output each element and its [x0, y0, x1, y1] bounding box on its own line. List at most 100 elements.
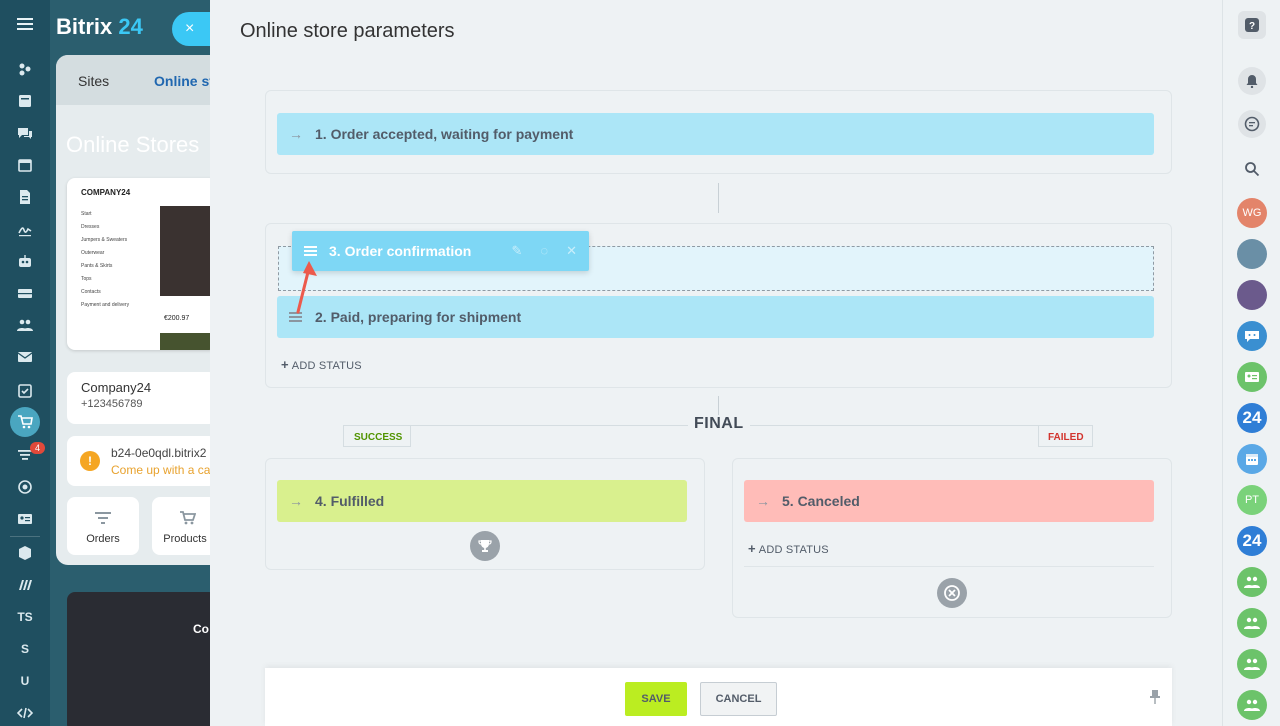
checkbox-icon[interactable] — [14, 380, 36, 402]
cube-icon[interactable] — [14, 542, 36, 564]
page-title: Online Stores — [66, 132, 200, 157]
success-label: SUCCESS — [354, 432, 403, 443]
sidebar-item-u[interactable]: U — [14, 670, 36, 692]
status-tools: ✎ ◌ ✕ — [511, 243, 577, 259]
code-icon[interactable] — [14, 702, 36, 724]
orders-tile-label: Orders — [86, 533, 120, 545]
arrow-right-icon: → — [756, 493, 770, 509]
cart-icon[interactable] — [14, 411, 36, 433]
arrow-right-icon: → — [289, 126, 303, 142]
calendar-icon — [1246, 454, 1258, 465]
online-store-parameters-slider: Online store parameters → 1. Order accep… — [210, 0, 1222, 726]
cancel-circle-icon — [937, 578, 967, 608]
status-fulfilled[interactable]: → 4. Fulfilled — [277, 480, 687, 522]
domain-hint-link[interactable]: Come up with a ca — [111, 463, 210, 477]
status-label: 4. Fulfilled — [315, 493, 385, 509]
dragging-status-order-confirmation[interactable]: 3. Order confirmation ✎ ◌ ✕ — [292, 231, 589, 271]
failed-label: FAILED — [1048, 432, 1084, 443]
tab-online-stores[interactable]: Online st — [154, 73, 214, 89]
document-icon[interactable] — [14, 186, 36, 208]
sidebar-item-s[interactable]: S — [14, 638, 36, 660]
cancel-button[interactable]: CANCEL — [700, 682, 777, 716]
target-icon[interactable] — [14, 476, 36, 498]
drag-handle-icon[interactable] — [304, 246, 317, 256]
cart-icon — [180, 511, 196, 525]
store-preview-menu: Start Dresses Jumpers & Sweaters Outerwe… — [81, 211, 130, 308]
group-avatar[interactable] — [1237, 649, 1267, 679]
chat-group-avatar[interactable] — [1237, 321, 1267, 351]
group-icon — [1244, 617, 1260, 629]
status-paid-preparing[interactable]: 2. Paid, preparing for shipment — [277, 296, 1154, 338]
group-avatar[interactable] — [1237, 690, 1267, 720]
delete-icon[interactable]: ✕ — [566, 243, 577, 259]
avatar-user-photo[interactable] — [1237, 239, 1267, 269]
settings-icon[interactable]: ◌ — [540, 243, 548, 259]
contact-card-icon — [1245, 372, 1259, 382]
warning-icon: ! — [80, 451, 100, 471]
products-tile[interactable]: Products — [152, 497, 218, 555]
chat-icon[interactable] — [14, 122, 36, 144]
robot-icon[interactable] — [14, 250, 36, 272]
group-avatar[interactable] — [1237, 608, 1267, 638]
company-info: Company24 +123456789 — [67, 372, 217, 424]
status-label: 2. Paid, preparing for shipment — [315, 309, 522, 325]
avatar-user-photo[interactable] — [1237, 280, 1267, 310]
store-preview-photo-2 — [160, 333, 217, 350]
cart-notification-badge: 4 — [30, 442, 45, 454]
help-icon[interactable]: ? — [1238, 11, 1266, 39]
messenger-icon[interactable] — [1238, 110, 1266, 138]
calendar-icon[interactable] — [14, 154, 36, 176]
slider-footer: SAVE CANCEL — [265, 668, 1172, 726]
mail-icon[interactable] — [14, 346, 36, 368]
sidebar-item-ts[interactable]: TS — [14, 606, 36, 628]
chat-group-icon — [1245, 331, 1259, 342]
add-failed-status-button[interactable]: + ADD STATUS — [748, 541, 829, 556]
right-sidebar: ? WG 24 PT 24 — [1222, 0, 1280, 726]
domain-warning: ! b24-0e0qdl.bitrix2 Come up with a ca — [67, 436, 217, 486]
failed-group-separator — [744, 566, 1154, 567]
bitrix24-chat-avatar[interactable]: 24 — [1237, 403, 1267, 433]
signature-icon[interactable] — [14, 218, 36, 240]
storage-icon[interactable] — [14, 282, 36, 304]
feed-icon[interactable] — [14, 58, 36, 80]
plus-icon: + — [281, 357, 289, 372]
store-preview-card[interactable]: COMPANY24 Start Dresses Jumpers & Sweate… — [67, 178, 217, 350]
left-app-sidebar: 4 TS S U — [0, 0, 50, 726]
products-tile-label: Products — [163, 533, 207, 545]
search-icon[interactable] — [1238, 155, 1266, 183]
connector-line — [718, 396, 719, 416]
status-canceled[interactable]: → 5. Canceled — [744, 480, 1154, 522]
final-heading: FINAL — [688, 415, 750, 433]
edit-icon[interactable]: ✎ — [511, 243, 522, 259]
store-preview-price: €200.97 — [164, 315, 190, 322]
bitrix24-chat-avatar[interactable]: 24 — [1237, 526, 1267, 556]
add-status-button[interactable]: + ADD STATUS — [281, 357, 362, 372]
trophy-icon — [470, 531, 500, 561]
tab-sites[interactable]: Sites — [78, 73, 109, 89]
store-preview-title-2: Co — [193, 622, 209, 636]
domain-text: b24-0e0qdl.bitrix2 — [111, 446, 207, 460]
market-icon[interactable] — [14, 574, 36, 596]
save-button[interactable]: SAVE — [625, 682, 687, 716]
store-preview-card-2[interactable]: Co — [67, 592, 217, 726]
tasks-icon[interactable] — [14, 90, 36, 112]
pin-icon[interactable] — [1150, 690, 1160, 704]
status-order-accepted[interactable]: → 1. Order accepted, waiting for payment — [277, 113, 1154, 155]
contact-card-avatar[interactable] — [1237, 362, 1267, 392]
arrow-right-icon: → — [289, 493, 303, 509]
calendar-avatar[interactable] — [1237, 444, 1267, 474]
avatar-pt[interactable]: PT — [1237, 485, 1267, 515]
employees-icon[interactable] — [14, 314, 36, 336]
group-avatar[interactable] — [1237, 567, 1267, 597]
notifications-bell-icon[interactable] — [1238, 67, 1266, 95]
company-name: Company24 — [81, 380, 152, 395]
store-preview-company: COMPANY24 — [81, 188, 131, 197]
menu-burger-icon[interactable] — [17, 18, 33, 30]
bitrix24-logo[interactable]: Bitrix 24 — [56, 14, 143, 40]
group-icon — [1244, 658, 1260, 670]
svg-text:?: ? — [1249, 21, 1255, 32]
avatar-wg[interactable]: WG — [1237, 198, 1267, 228]
company-phone[interactable]: +123456789 — [81, 398, 203, 410]
contact-card-icon[interactable] — [14, 508, 36, 530]
orders-tile[interactable]: Orders — [67, 497, 139, 555]
